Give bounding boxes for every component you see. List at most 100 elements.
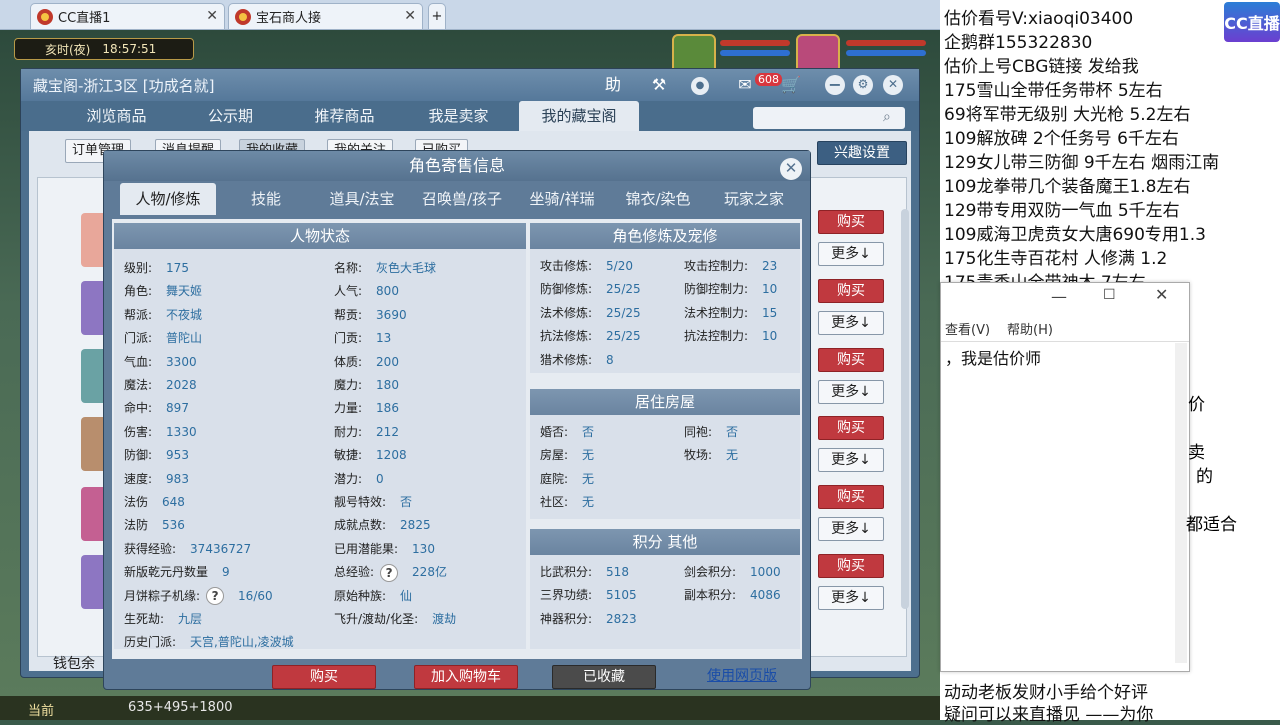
more-button[interactable]: 更多↓ [818, 448, 884, 472]
field-value: 983 [166, 471, 189, 486]
status-row: 命中: 897 [124, 399, 189, 416]
field-label: 攻击控制力: [684, 259, 749, 273]
cultivation-row: 法术修炼: 25/25 [540, 304, 641, 321]
tab-items[interactable]: 道具/法宝 [314, 183, 410, 215]
more-button[interactable]: 更多↓ [818, 517, 884, 541]
field-label: 房屋: [540, 448, 569, 463]
notepad-text[interactable]: ，我是估价师 [945, 345, 1041, 369]
more-button[interactable]: 更多↓ [818, 242, 884, 266]
price-line: 129带专用双防一气血 5千左右 [944, 201, 1180, 221]
tab-skills[interactable]: 技能 [218, 183, 314, 215]
more-button[interactable]: 更多↓ [818, 586, 884, 610]
pet-mp-bar [720, 50, 790, 56]
favorited-button[interactable]: 已收藏 [552, 665, 656, 689]
clock-time: 18:57:51 [102, 42, 157, 56]
close-icon[interactable]: ✕ [404, 8, 416, 24]
field-label: 法伤 [124, 495, 149, 509]
field-label: 名称: [334, 261, 363, 275]
close-icon[interactable]: ✕ [1155, 285, 1168, 304]
status-row: 已用潜能果: 130 [334, 540, 435, 557]
browser-tab-1[interactable]: CC直播1 ✕ [30, 3, 225, 29]
tab-summons[interactable]: 召唤兽/孩子 [410, 183, 514, 215]
nav-recommended[interactable]: 推荐商品 [287, 101, 402, 131]
minimize-icon[interactable]: — [1051, 287, 1067, 306]
notepad-window: — ☐ ✕ 查看(V) 帮助(H) ，我是估价师 [940, 282, 1190, 672]
field-label: 同袍: [684, 425, 713, 439]
field-value: 否 [582, 425, 595, 439]
field-value: 186 [376, 401, 399, 416]
field-label: 比武积分: [540, 565, 593, 579]
status-row: 帮贡: 3690 [334, 306, 407, 323]
new-tab-button[interactable]: + [428, 3, 446, 29]
tab-label: 宝石商人接 [256, 11, 322, 26]
status-row: 门贡: 13 [334, 329, 391, 346]
cultivation-row: 攻击控制力: 23 [684, 257, 777, 274]
hammer-icon[interactable]: ⚒ [647, 73, 671, 97]
tab-character[interactable]: 人物/修炼 [120, 183, 216, 215]
cultivation-row: 防御修炼: 25/25 [540, 280, 641, 297]
nav-my-cbg[interactable]: 我的藏宝阁 [519, 101, 639, 131]
minimize-icon[interactable]: − [825, 75, 845, 95]
tab-home[interactable]: 玩家之家 [706, 183, 802, 215]
cultivation-panel: 角色修炼及宠修 攻击修炼: 5/20 防御修炼: 25/25 法术修炼: 25/25 抗法修… [530, 223, 800, 373]
cc-live-logo: CC直播 [1224, 2, 1280, 42]
menu-view[interactable]: 查看(V) [945, 319, 990, 338]
maximize-icon[interactable]: ☐ [1103, 287, 1116, 303]
nav-seller[interactable]: 我是卖家 [401, 101, 516, 131]
field-value: 175 [166, 261, 189, 275]
status-row: 门派: 普陀山 [124, 329, 202, 346]
close-icon[interactable]: ✕ [883, 75, 903, 95]
panel-title: 积分 其他 [530, 529, 800, 555]
cart-icon[interactable]: 🛒 [779, 73, 803, 97]
field-value: 0 [376, 471, 384, 486]
channel-label[interactable]: 当前 [28, 700, 54, 719]
field-value: 536 [162, 518, 185, 533]
buy-button[interactable]: 购买 [818, 416, 884, 440]
status-row: 帮派: 不夜城 [124, 306, 202, 323]
message-icon[interactable]: ✉ [733, 73, 757, 97]
help-button[interactable]: 助 [601, 73, 625, 97]
cbg-nav: 浏览商品 公示期 推荐商品 我是卖家 我的藏宝阁 ⌕ [21, 101, 919, 131]
record-icon[interactable]: ● [691, 77, 709, 95]
more-button[interactable]: 更多↓ [818, 380, 884, 404]
help-icon[interactable]: ? [380, 563, 399, 582]
notepad-titlebar: — ☐ ✕ [941, 283, 1189, 313]
nav-browse[interactable]: 浏览商品 [59, 101, 174, 131]
field-value: 普陀山 [166, 331, 203, 346]
buy-button[interactable]: 购买 [818, 279, 884, 303]
add-to-cart-button[interactable]: 加入购物车 [414, 665, 518, 689]
browser-tab-2[interactable]: 宝石商人接 ✕ [228, 3, 423, 29]
field-label: 角色: [124, 284, 153, 299]
field-label: 抗法修炼: [540, 329, 593, 344]
field-value: 无 [582, 448, 595, 463]
field-value: 仙 [400, 588, 413, 603]
tab-mounts[interactable]: 坐骑/祥瑞 [514, 183, 610, 215]
close-icon[interactable]: ✕ [780, 158, 802, 180]
use-web-version-link[interactable]: 使用网页版 [694, 665, 790, 689]
bottom-note: 动动老板发财小手给个好评 疑问可以来直播见 ——为你 [940, 676, 1280, 725]
menu-help[interactable]: 帮助(H) [1007, 319, 1053, 338]
interest-settings-button[interactable]: 兴趣设置 [817, 141, 907, 165]
buy-button[interactable]: 购买 [818, 554, 884, 578]
settings-gear-icon[interactable]: ⚙ [853, 75, 873, 95]
nav-public[interactable]: 公示期 [173, 101, 288, 131]
cc-logo-icon [37, 8, 53, 25]
list-scrollbar[interactable] [901, 209, 909, 609]
field-label: 帮贡: [334, 307, 363, 322]
field-label: 防御修炼: [540, 282, 593, 297]
tab-outfits[interactable]: 锦衣/染色 [610, 183, 706, 215]
field-value: 2825 [400, 518, 431, 533]
notepad-scrollbar[interactable] [1175, 343, 1187, 663]
search-icon[interactable]: ⌕ [883, 109, 891, 125]
more-button[interactable]: 更多↓ [818, 311, 884, 335]
buy-button[interactable]: 购买 [272, 665, 376, 689]
field-label: 靓号特效: [334, 495, 387, 509]
buy-button[interactable]: 购买 [818, 348, 884, 372]
help-icon[interactable]: ? [206, 587, 225, 606]
buy-button[interactable]: 购买 [818, 210, 884, 234]
buy-button[interactable]: 购买 [818, 485, 884, 509]
message-count-badge: 608 [755, 73, 782, 86]
field-label: 法防 [124, 518, 149, 533]
close-icon[interactable]: ✕ [206, 8, 218, 24]
status-row: 名称: 灰色大毛球 [334, 259, 436, 276]
